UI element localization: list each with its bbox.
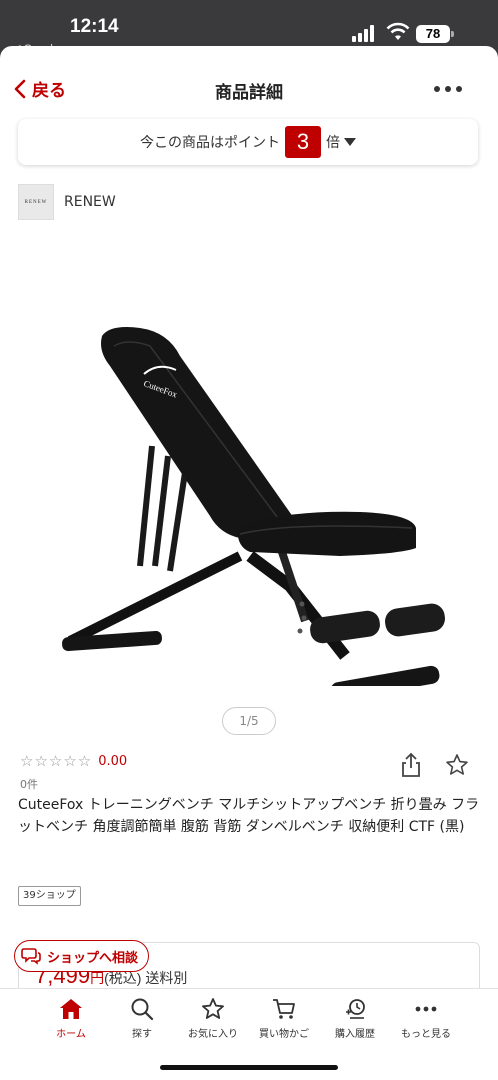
points-banner[interactable]: 今この商品はポイント 3 倍 [18, 119, 478, 165]
chat-bubble-icon [21, 948, 41, 965]
battery-tip [451, 31, 454, 37]
tab-favorites[interactable]: お気に入り [178, 997, 248, 1040]
product-image[interactable]: CuteeFox [40, 266, 460, 686]
battery-icon: 78 [416, 25, 450, 43]
more-icon [415, 1006, 437, 1012]
status-bar: 12:14 ◀ Google 78 [0, 0, 498, 55]
star-icon [202, 998, 224, 1019]
review-count[interactable]: 0件 [20, 776, 38, 792]
points-prefix: 今この商品はポイント [140, 135, 280, 151]
tab-search[interactable]: 探す [107, 997, 177, 1040]
shop-39-badge: 39ショップ [18, 886, 81, 906]
rating-value: 0.00 [98, 753, 128, 769]
product-detail-sheet: 戻る 商品詳細 今この商品はポイント 3 倍 RENEW RENEW Cutee… [0, 46, 498, 1080]
home-indicator[interactable] [160, 1065, 338, 1070]
home-icon [60, 999, 82, 1019]
bottom-tab-bar: ホーム 探す お気に入り 買い物かご 購入履歴 もっと見る [0, 988, 498, 1080]
share-icon[interactable] [400, 752, 422, 778]
tab-label-more: もっと見る [401, 1029, 451, 1040]
wifi-icon [386, 22, 410, 40]
consult-shop-button[interactable]: ショップへ相談 [14, 940, 150, 972]
tab-more[interactable]: もっと見る [391, 997, 461, 1040]
cart-icon [273, 999, 295, 1019]
history-icon [346, 999, 365, 1019]
gallery-pager: 1/5 [222, 707, 276, 735]
shop-row[interactable]: RENEW RENEW [18, 184, 116, 220]
favorite-star-icon[interactable] [445, 753, 469, 777]
tab-label-home: ホーム [56, 1029, 86, 1040]
tab-history[interactable]: 購入履歴 [320, 997, 390, 1040]
page-title: 商品詳細 [215, 83, 283, 103]
tab-cart[interactable]: 買い物かご [249, 997, 319, 1040]
tab-label-history: 購入履歴 [335, 1029, 375, 1040]
price-unit: 円 [90, 970, 105, 986]
more-options-icon[interactable] [434, 84, 464, 94]
caret-down-icon [344, 138, 356, 146]
tab-label-favorites: お気に入り [188, 1029, 238, 1040]
consult-label: ショップへ相談 [47, 950, 139, 966]
tab-home[interactable]: ホーム [36, 997, 106, 1040]
shipping-label: 送料別 [145, 970, 188, 986]
rating-row[interactable]: ☆☆☆☆☆ 0.00 [20, 752, 127, 770]
product-title: CuteeFox トレーニングベンチ マルチシットアップベンチ 折り畳み フラッ… [18, 797, 480, 835]
points-suffix: 倍 [326, 135, 340, 151]
shop-logo: RENEW [18, 184, 54, 220]
cellular-signal-icon [352, 24, 378, 42]
price-tax: (税込) [104, 970, 142, 986]
tab-label-search: 探す [132, 1029, 152, 1040]
tab-label-cart: 買い物かご [259, 1029, 309, 1040]
status-time: 12:14 [70, 16, 119, 37]
points-multiplier: 3 [285, 126, 321, 158]
rating-stars: ☆☆☆☆☆ [20, 752, 93, 770]
search-icon [131, 998, 154, 1021]
shop-name[interactable]: RENEW [64, 194, 116, 210]
